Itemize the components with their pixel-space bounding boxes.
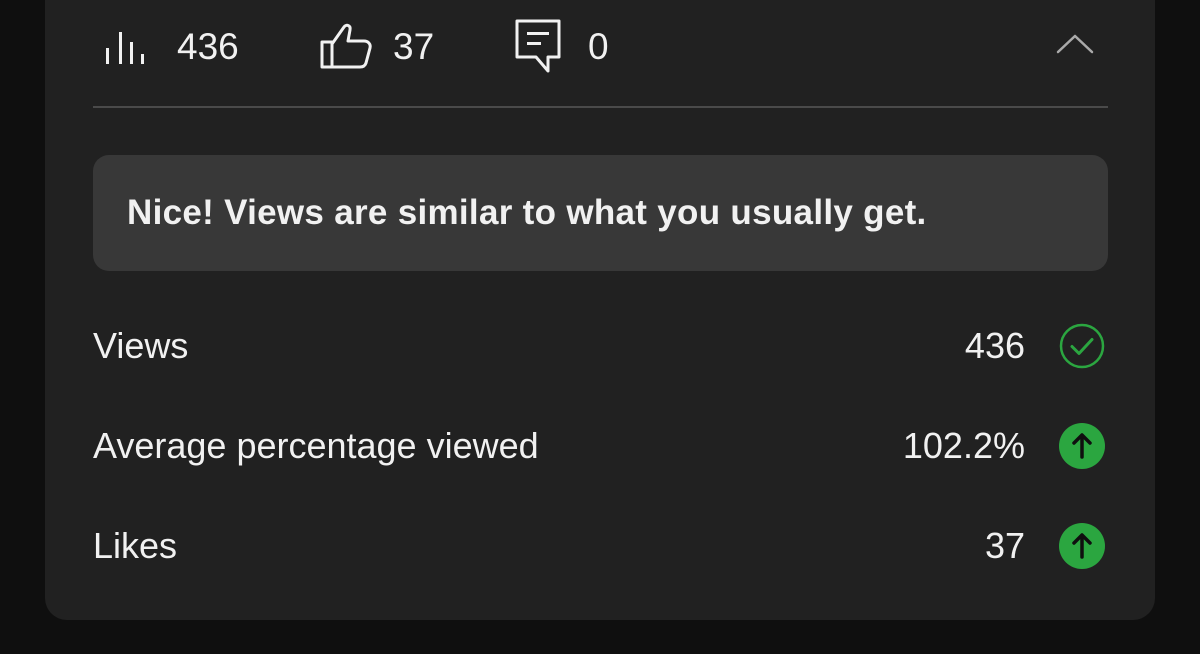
arrow-up-icon	[1059, 423, 1105, 469]
arrow-up-icon	[1059, 523, 1105, 569]
stats-bar: 436 37 0	[93, 0, 1108, 108]
metric-label: Average percentage viewed	[93, 425, 539, 466]
metric-value: 436	[964, 325, 1025, 366]
check-circle-icon	[1059, 323, 1105, 369]
comments-stat[interactable]: 0	[514, 18, 609, 74]
chevron-up-icon[interactable]	[1055, 33, 1095, 60]
metric-label: Likes	[93, 525, 178, 566]
metric-value: 102.2%	[902, 425, 1025, 466]
collapse-button[interactable]	[1053, 28, 1097, 64]
comments-count: 0	[588, 25, 609, 67]
likes-count: 37	[393, 25, 435, 67]
metric-label: Views	[93, 325, 189, 366]
views-count: 436	[177, 25, 239, 67]
likes-stat[interactable]: 37	[319, 18, 434, 74]
metric-row-views: Views 436	[93, 316, 1105, 376]
notice-text: Nice! Views are similar to what you usua…	[127, 193, 927, 232]
divider	[93, 106, 1108, 108]
comment-icon[interactable]	[514, 18, 562, 74]
metric-row-likes: Likes 37	[93, 516, 1105, 576]
metric-row-average-percentage-viewed: Average percentage viewed 102.2%	[93, 416, 1105, 476]
thumbs-up-icon[interactable]	[319, 22, 373, 70]
bar-chart-icon	[103, 26, 147, 66]
performance-notice: Nice! Views are similar to what you usua…	[93, 155, 1108, 271]
metric-value: 37	[984, 525, 1025, 566]
views-stat: 436	[103, 18, 239, 74]
